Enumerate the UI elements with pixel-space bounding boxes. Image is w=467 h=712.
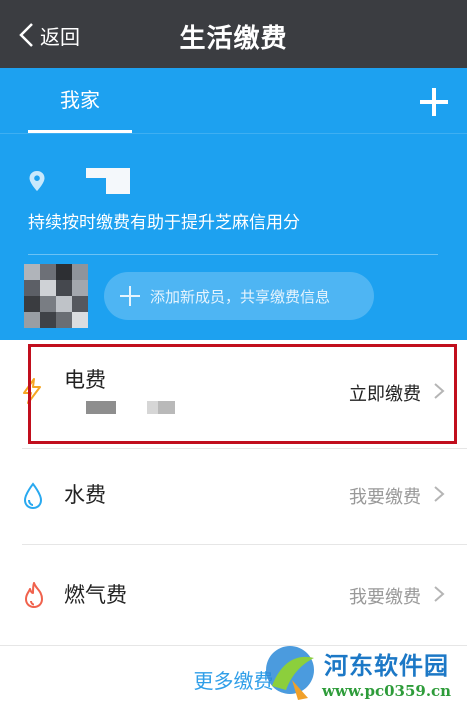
- chevron-right-icon: [434, 586, 445, 602]
- watermark-logo-icon: [266, 646, 314, 700]
- credit-tip: 持续按时缴费有助于提升芝麻信用分: [28, 213, 300, 233]
- water-drop-icon: [23, 482, 43, 510]
- watermark: 河东软件园 www.pc0359.cn: [262, 640, 462, 708]
- page-title: 生活缴费: [179, 24, 288, 54]
- plus-icon: [120, 286, 140, 306]
- highlight-box: [28, 344, 457, 444]
- tab-home[interactable]: 我家: [28, 84, 132, 113]
- watermark-url: www.pc0359.cn: [322, 682, 452, 700]
- location-pin-icon: [29, 171, 45, 191]
- bill-action[interactable]: 我要缴费: [349, 583, 421, 609]
- add-member-label: 添加新成员，共享缴费信息: [150, 287, 331, 306]
- divider: [0, 133, 467, 134]
- add-plus-icon[interactable]: [418, 86, 450, 118]
- bill-row-gas[interactable]: 燃气费 我要缴费: [0, 545, 467, 645]
- family-header: 我家 持续按时缴费有助于提升芝麻信用分 添加新成员，共享缴费信息: [0, 68, 467, 340]
- address-redacted: [86, 168, 130, 194]
- watermark-title: 河东软件园: [324, 651, 449, 680]
- bill-name: 水费: [64, 483, 106, 507]
- avatar: [24, 264, 88, 328]
- nav-bar: 返回 生活缴费: [0, 0, 467, 68]
- bill-name: 燃气费: [64, 583, 127, 607]
- bill-action[interactable]: 我要缴费: [349, 483, 421, 509]
- flame-icon: [25, 582, 43, 608]
- bill-row-water[interactable]: 水费 我要缴费: [0, 449, 467, 544]
- chevron-right-icon: [434, 486, 445, 502]
- add-member-button[interactable]: 添加新成员，共享缴费信息: [104, 272, 374, 320]
- divider: [28, 254, 438, 255]
